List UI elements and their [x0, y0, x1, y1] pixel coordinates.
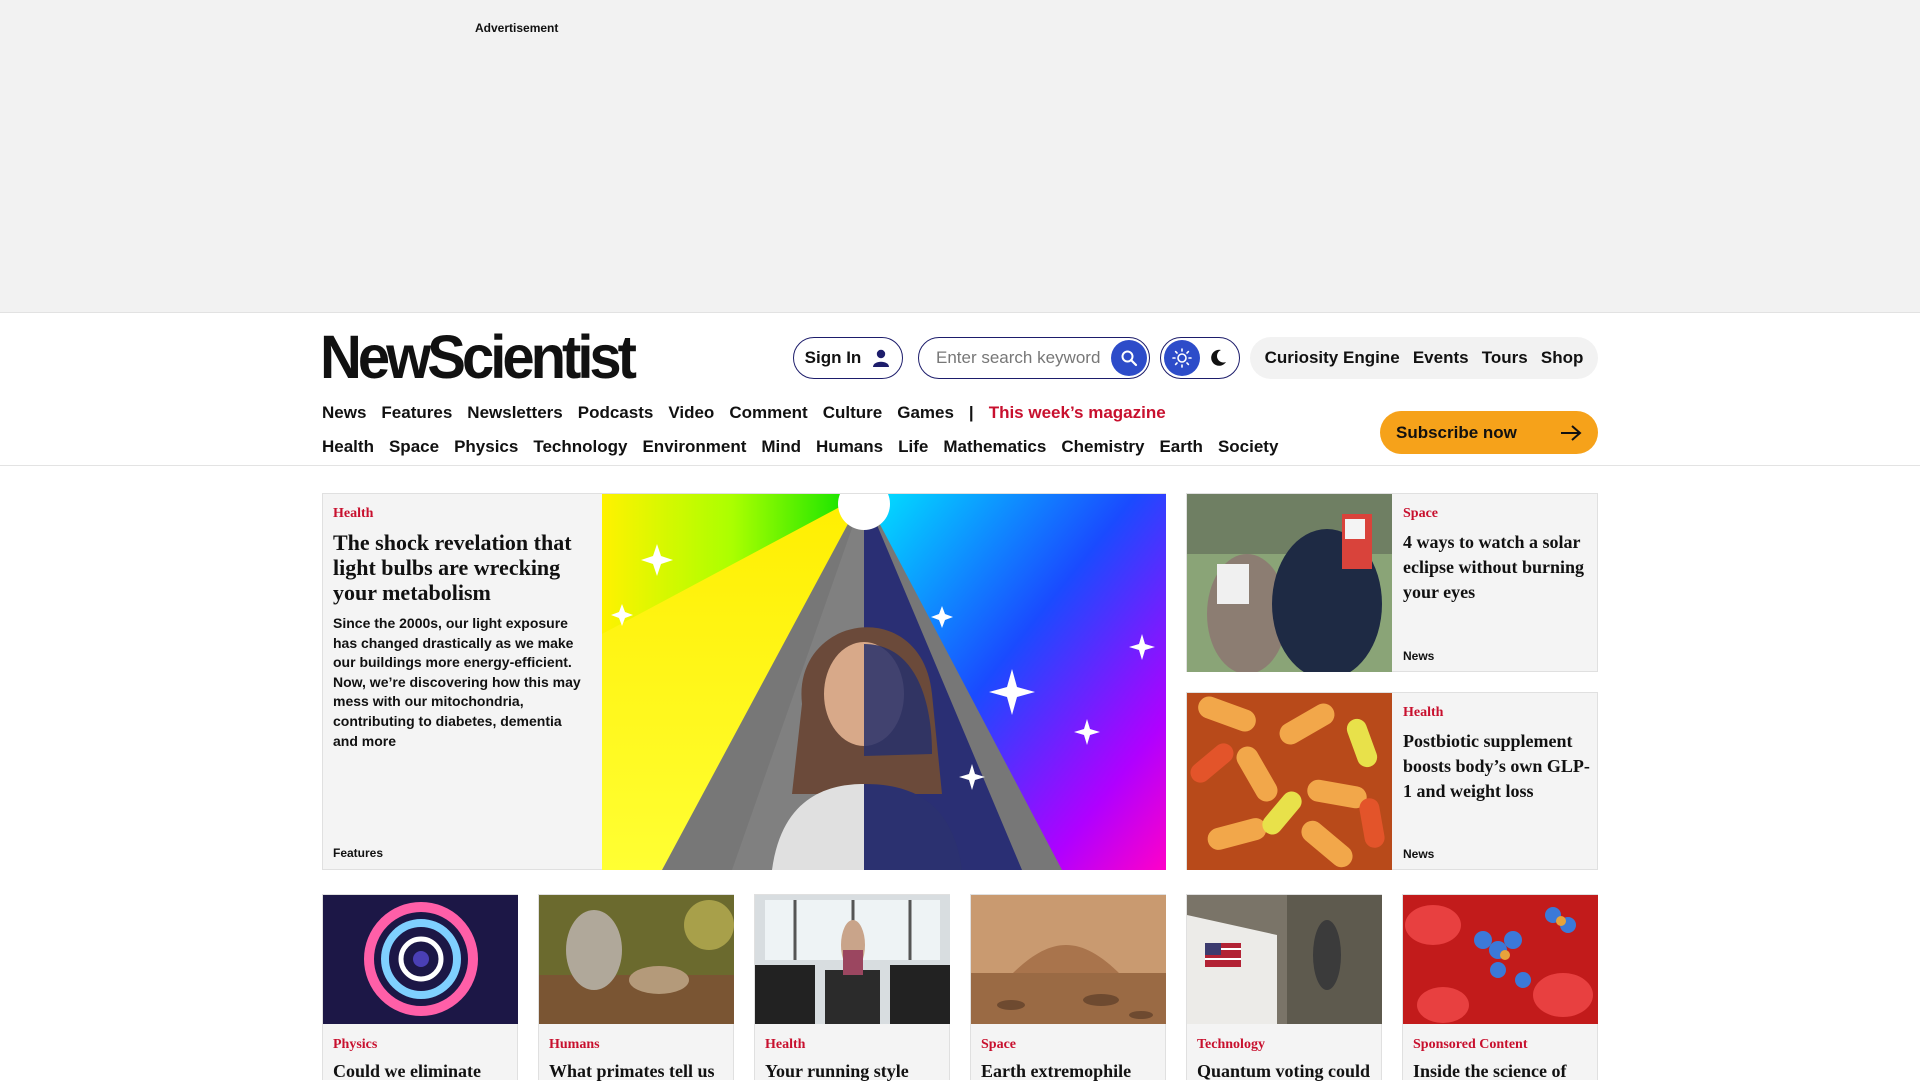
- topic-society[interactable]: Society: [1218, 437, 1278, 457]
- treadmill-runner-image[interactable]: [755, 895, 950, 1024]
- topic-health[interactable]: Health: [322, 437, 374, 457]
- primary-nav: News Features Newsletters Podcasts Video…: [322, 403, 1181, 423]
- voting-booth-image[interactable]: [1187, 895, 1382, 1024]
- nav-features[interactable]: Features: [381, 403, 452, 423]
- lead-article-type: Features: [333, 846, 384, 860]
- grid-3-category[interactable]: Health: [765, 1037, 805, 1053]
- subscribe-label: Subscribe now: [1396, 422, 1517, 442]
- grid-6-category[interactable]: Sponsored Content: [1413, 1037, 1528, 1053]
- lead-image[interactable]: [602, 494, 1166, 870]
- arrow-right-icon: [1561, 424, 1582, 441]
- bacteria-image[interactable]: [1187, 693, 1392, 870]
- side-story-card[interactable]: Health Postbiotic supplement boosts body…: [1186, 692, 1598, 870]
- nav-comment[interactable]: Comment: [729, 403, 807, 423]
- physics-vortex-image[interactable]: [323, 895, 518, 1024]
- lead-standfirst: Since the 2000s, our light exposure has …: [333, 615, 581, 749]
- grid-2-headline[interactable]: What primates tell us: [549, 1061, 715, 1082]
- eclipse-viewers-image[interactable]: [1187, 494, 1392, 672]
- sign-in-button[interactable]: Sign In: [793, 337, 903, 379]
- utility-link-shop[interactable]: Shop: [1541, 348, 1584, 368]
- grid-6-headline[interactable]: Inside the science of: [1413, 1061, 1566, 1082]
- primates-image[interactable]: [539, 895, 734, 1024]
- nav-video[interactable]: Video: [668, 403, 714, 423]
- nav-this-weeks-magazine[interactable]: This week’s magazine: [989, 403, 1166, 423]
- lead-story-card[interactable]: Health The shock revelation that light b…: [322, 493, 1166, 870]
- advertisement-label: Advertisement: [475, 21, 559, 35]
- theme-toggle[interactable]: [1160, 337, 1240, 379]
- newscientist-logo[interactable]: NewScientist: [320, 327, 637, 388]
- grid-5-category[interactable]: Technology: [1197, 1037, 1265, 1053]
- topic-space[interactable]: Space: [389, 437, 439, 457]
- topic-life[interactable]: Life: [898, 437, 928, 457]
- grid-3-headline[interactable]: Your running style: [765, 1061, 909, 1082]
- grid-story-card[interactable]: Space Earth extremophile: [970, 894, 1166, 1082]
- topic-mathematics[interactable]: Mathematics: [943, 437, 1046, 457]
- grid-story-card[interactable]: Sponsored Content Inside the science of: [1402, 894, 1598, 1082]
- side-story-2-type: News: [1403, 847, 1435, 861]
- topic-chemistry[interactable]: Chemistry: [1061, 437, 1144, 457]
- topic-environment[interactable]: Environment: [642, 437, 746, 457]
- mars-landscape-image[interactable]: [971, 895, 1166, 1024]
- grid-story-card[interactable]: Health Your running style: [754, 894, 950, 1082]
- grid-story-card[interactable]: Technology Quantum voting could: [1186, 894, 1382, 1082]
- side-story-2-headline[interactable]: Postbiotic supplement boosts body’s own …: [1403, 729, 1591, 804]
- side-story-1-headline[interactable]: 4 ways to watch a solar eclipse without …: [1403, 530, 1591, 605]
- topic-earth[interactable]: Earth: [1159, 437, 1202, 457]
- search-button[interactable]: [1111, 340, 1147, 376]
- grid-4-category[interactable]: Space: [981, 1037, 1016, 1053]
- topic-mind[interactable]: Mind: [761, 437, 801, 457]
- grid-2-category[interactable]: Humans: [549, 1037, 600, 1053]
- advertisement-area: Advertisement: [0, 0, 1920, 313]
- antibody-image[interactable]: [1403, 895, 1598, 1024]
- nav-divider: |: [968, 403, 974, 422]
- subscribe-button[interactable]: Subscribe now: [1380, 411, 1598, 454]
- utility-link-tours[interactable]: Tours: [1482, 348, 1528, 368]
- search-box: [918, 337, 1150, 379]
- lead-category[interactable]: Health: [333, 506, 373, 522]
- nav-games[interactable]: Games: [897, 403, 954, 423]
- search-input[interactable]: [934, 347, 1103, 369]
- search-icon: [1121, 350, 1138, 367]
- side-story-1-type: News: [1403, 649, 1435, 663]
- grid-1-category[interactable]: Physics: [333, 1037, 377, 1053]
- utility-link-curiosity-engine[interactable]: Curiosity Engine: [1265, 348, 1400, 368]
- side-story-1-category[interactable]: Space: [1403, 506, 1438, 522]
- grid-1-headline[interactable]: Could we eliminate: [333, 1061, 481, 1082]
- grid-4-headline[interactable]: Earth extremophile: [981, 1061, 1131, 1082]
- utility-links: Curiosity Engine Events Tours Shop: [1250, 337, 1598, 379]
- light-mode-button[interactable]: [1164, 340, 1200, 376]
- sun-icon: [1172, 348, 1192, 368]
- grid-5-headline[interactable]: Quantum voting could: [1197, 1061, 1370, 1082]
- user-icon: [873, 349, 890, 367]
- utility-link-events[interactable]: Events: [1413, 348, 1469, 368]
- topic-technology[interactable]: Technology: [533, 437, 627, 457]
- topic-physics[interactable]: Physics: [454, 437, 518, 457]
- topics-nav: Health Space Physics Technology Environm…: [322, 437, 1293, 457]
- nav-newsletters[interactable]: Newsletters: [467, 403, 562, 423]
- side-story-card[interactable]: Space 4 ways to watch a solar eclipse wi…: [1186, 493, 1598, 672]
- nav-culture[interactable]: Culture: [823, 403, 883, 423]
- grid-story-card[interactable]: Humans What primates tell us: [538, 894, 734, 1082]
- nav-podcasts[interactable]: Podcasts: [578, 403, 654, 423]
- side-story-2-category[interactable]: Health: [1403, 705, 1443, 721]
- grid-story-card[interactable]: Physics Could we eliminate: [322, 894, 518, 1082]
- nav-news[interactable]: News: [322, 403, 366, 423]
- topic-humans[interactable]: Humans: [816, 437, 883, 457]
- sign-in-label: Sign In: [804, 348, 862, 367]
- lead-headline[interactable]: The shock revelation that light bulbs ar…: [333, 530, 593, 605]
- moon-icon[interactable]: [1208, 348, 1228, 368]
